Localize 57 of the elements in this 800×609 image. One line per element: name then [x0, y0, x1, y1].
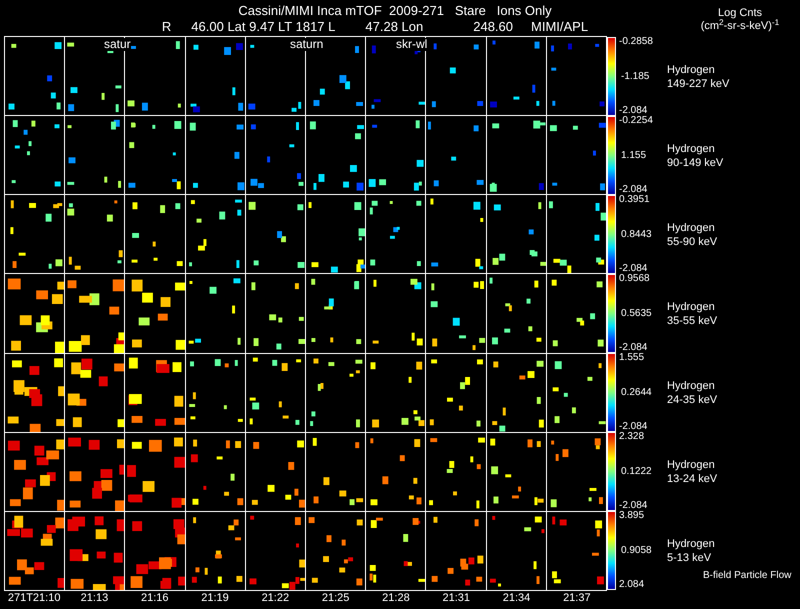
scale-max-label: 0.3951 — [619, 195, 650, 205]
time-label: 21:22 — [260, 591, 290, 605]
species-label: Hydrogen — [667, 378, 716, 392]
scale-mid-label: 0.5635 — [620, 308, 652, 318]
scale-min-label: -2.084 — [619, 185, 648, 195]
time-label: 271T21:10 — [6, 591, 62, 605]
orbit-info: 47.28 Lon — [365, 19, 424, 34]
species-label: Hydrogen — [667, 62, 716, 76]
energy-range-label: 55-90 keV — [667, 234, 718, 248]
time-label: 21:28 — [381, 591, 411, 605]
scale-mid-label: 0.1222 — [620, 466, 652, 476]
species-label: Hydrogen — [667, 300, 716, 314]
scale-mid-label: 0.8443 — [620, 230, 652, 240]
species-label: Hydrogen — [667, 142, 716, 156]
orbit-label: saturn — [290, 38, 324, 51]
time-label: 21:25 — [320, 591, 350, 605]
scale-mid-label: -1.185 — [620, 72, 650, 82]
time-label: 21:19 — [200, 591, 230, 605]
scale-max-label: 0.9568 — [619, 274, 650, 284]
scale-min-label: -2.084 — [619, 106, 648, 116]
units-label: (cm$^{2}$-sr-s-keV)$^{-1}$ — [700, 20, 780, 33]
scale-min-label: -2.084 — [619, 422, 648, 432]
time-label: 21:31 — [441, 591, 471, 605]
energy-range-label: 35-55 keV — [667, 314, 718, 328]
scale-max-label: -0.2858 — [619, 37, 653, 47]
energy-range-label: 149-227 keV — [667, 76, 730, 90]
scale-mid-label: 0.9058 — [620, 546, 652, 556]
scale-min-label: -2.084 — [619, 501, 648, 511]
orbit-label: satur — [104, 38, 131, 51]
scale-mid-label: 0.2644 — [620, 388, 652, 398]
scale-min-label: -2.084 — [619, 343, 648, 353]
species-label: Hydrogen — [667, 536, 715, 550]
scale-min-label: -2.084 — [619, 264, 648, 274]
energy-range-label: 90-149 keV — [667, 156, 724, 170]
scale-max-label: 1.555 — [619, 353, 644, 363]
species-label: Hydrogen — [667, 458, 716, 472]
scale-max-label: 3.895 — [619, 511, 644, 521]
orbit-label: skr-wl — [396, 38, 428, 51]
footnote: B-field Particle Flow — [703, 569, 792, 583]
orbit-info: R — [162, 19, 172, 34]
scale-mid-label: 1.155 — [620, 150, 646, 160]
energy-range-label: 24-35 keV — [667, 392, 718, 406]
orbit-info: 46.00 Lat 9.47 LT 1817 L — [191, 19, 336, 34]
legend-title: Log Cnts — [718, 7, 762, 19]
species-label: Hydrogen — [667, 220, 716, 234]
time-label: 21:34 — [502, 591, 532, 605]
time-label: 21:16 — [140, 591, 170, 605]
orbit-info: MIMI/APL — [531, 19, 588, 34]
plot-title: Cassini/MIMI Inca mTOF 2009-271 Stare Ions Only — [237, 2, 552, 19]
scale-min-label: 2.084 — [619, 580, 644, 590]
energy-range-label: 5-13 keV — [667, 550, 712, 564]
scale-max-label: 2.328 — [619, 432, 644, 442]
time-label: 21:37 — [562, 591, 592, 605]
orbit-info: 248.60 — [473, 19, 513, 34]
scale-max-label: -0.2254 — [619, 116, 653, 126]
time-label: 21:13 — [80, 591, 110, 605]
energy-range-label: 13-24 keV — [667, 472, 718, 486]
